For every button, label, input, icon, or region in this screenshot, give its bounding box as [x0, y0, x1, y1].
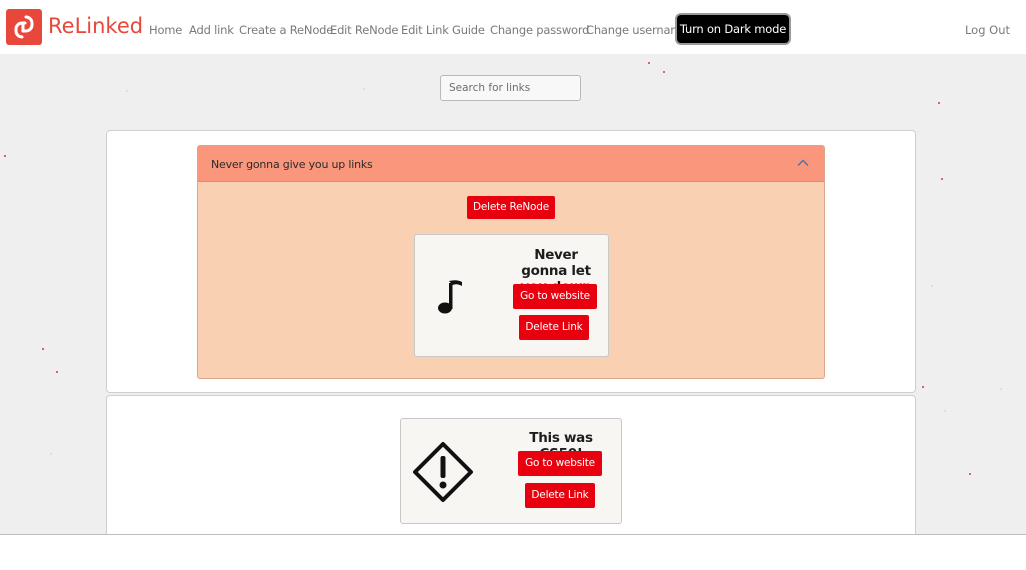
- navbar: ReLinked Home Add link Create a ReNode E…: [0, 0, 1026, 54]
- brand-name[interactable]: ReLinked: [48, 14, 143, 38]
- particle-dot: [648, 62, 650, 64]
- renode-title: Never gonna give you up links: [211, 158, 373, 171]
- go-to-website-button[interactable]: Go to website: [518, 451, 602, 476]
- particle-dot: [922, 386, 924, 388]
- renode-accordion: Never gonna give you up links Delete ReN…: [197, 145, 825, 379]
- music-note-icon: [438, 280, 462, 314]
- nav-link-create-renode[interactable]: Create a ReNode: [239, 23, 333, 37]
- particle-dot: [931, 285, 933, 287]
- dark-mode-toggle-button[interactable]: Turn on Dark mode: [677, 15, 789, 43]
- logout-link[interactable]: Log Out: [965, 23, 1010, 37]
- nav-link-guide[interactable]: Guide: [452, 23, 485, 37]
- standalone-links-card: This was CS50! Go to website Delete Link: [106, 395, 916, 534]
- particle-dot: [42, 348, 44, 350]
- search-input[interactable]: [440, 75, 581, 101]
- particle-dot: [938, 102, 940, 104]
- link-card: Never gonna let you down Go to website D…: [414, 234, 609, 357]
- delete-link-button[interactable]: Delete Link: [519, 315, 589, 340]
- nav-link-edit-link[interactable]: Edit Link: [401, 23, 449, 37]
- page-viewport: ReLinked Home Add link Create a ReNode E…: [0, 0, 1026, 535]
- particle-dot: [56, 371, 58, 373]
- brand-logo-icon[interactable]: [6, 9, 42, 45]
- renode-accordion-header[interactable]: Never gonna give you up links: [198, 146, 824, 182]
- delete-link-button[interactable]: Delete Link: [525, 483, 595, 508]
- particle-dot: [663, 71, 665, 73]
- chevron-up-icon[interactable]: [796, 158, 810, 168]
- nav-link-home[interactable]: Home: [149, 23, 182, 37]
- nav-link-change-username[interactable]: Change username: [586, 23, 688, 37]
- particle-dot: [941, 178, 943, 180]
- particle-dot: [944, 410, 946, 412]
- nav-link-change-password[interactable]: Change password: [490, 23, 589, 37]
- delete-renode-button[interactable]: Delete ReNode: [467, 196, 555, 219]
- particle-dot: [363, 88, 365, 90]
- warning-icon: [413, 442, 473, 502]
- particle-dot: [4, 155, 6, 157]
- nav-link-edit-renode[interactable]: Edit ReNode: [330, 23, 398, 37]
- renode-card: Never gonna give you up links Delete ReN…: [106, 130, 916, 393]
- particle-dot: [50, 453, 52, 455]
- go-to-website-button[interactable]: Go to website: [513, 284, 597, 309]
- link-card: This was CS50! Go to website Delete Link: [400, 418, 622, 524]
- particle-dot: [1000, 388, 1002, 390]
- nav-link-add-link[interactable]: Add link: [189, 23, 234, 37]
- particle-dot: [126, 90, 128, 92]
- particle-dot: [969, 473, 971, 475]
